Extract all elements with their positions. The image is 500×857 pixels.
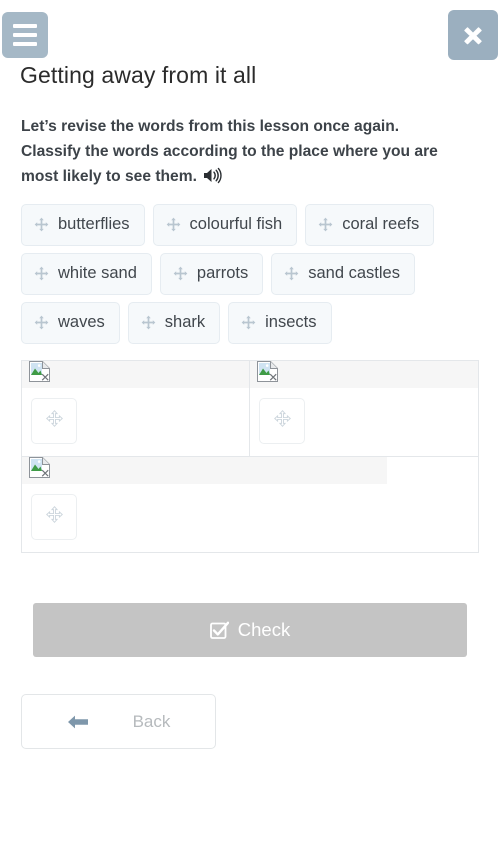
word-chip-label: butterflies	[58, 215, 130, 233]
word-chip-label: parrots	[196, 264, 249, 282]
move-arrows-icon	[284, 266, 299, 281]
word-chip-insects[interactable]: insects	[228, 302, 332, 344]
move-arrows-icon	[166, 217, 181, 232]
word-chip-label: shark	[164, 313, 206, 331]
broken-image-icon	[29, 361, 50, 382]
word-chip-waves[interactable]: waves	[21, 302, 120, 344]
broken-image-icon	[257, 361, 278, 382]
hamburger-menu-icon	[13, 24, 37, 28]
move-arrows-icon	[34, 266, 49, 281]
top-bar	[0, 0, 500, 60]
speaker-volume-icon[interactable]	[203, 167, 223, 192]
instruction-block: Let’s revise the words from this lesson …	[0, 90, 470, 192]
move-arrows-icon	[34, 315, 49, 330]
word-chip-label: coral reefs	[342, 215, 420, 233]
move-arrows-icon	[141, 315, 156, 330]
word-chip-butterflies[interactable]: butterflies	[21, 204, 145, 246]
dropzone-slot[interactable]	[259, 398, 305, 444]
word-chip-colourful-fish[interactable]: colourful fish	[152, 204, 298, 246]
dropzone-image-strip	[22, 361, 249, 388]
move-arrows-icon	[34, 217, 49, 232]
back-button[interactable]: Back	[21, 694, 216, 749]
word-chip-label: colourful fish	[189, 215, 283, 233]
dropzone-slot[interactable]	[31, 398, 77, 444]
move-arrows-icon	[241, 315, 256, 330]
word-chip-label: sand castles	[308, 264, 400, 282]
hamburger-menu-button[interactable]	[2, 12, 48, 58]
dropzone-category-2[interactable]	[250, 361, 478, 457]
move-arrows-icon	[173, 266, 188, 281]
word-chip-parrots[interactable]: parrots	[159, 253, 264, 295]
broken-image-icon	[29, 457, 50, 478]
dropzone-slot[interactable]	[31, 494, 77, 540]
word-chip-white-sand[interactable]: white sand	[21, 253, 152, 295]
close-button[interactable]	[448, 10, 498, 60]
dropzone-image-strip	[22, 457, 387, 484]
back-button-area: Back	[0, 657, 500, 749]
word-chip-label: insects	[265, 313, 317, 331]
dropzone-category-1[interactable]	[22, 361, 250, 457]
check-button-area: Check	[0, 553, 500, 657]
dropzone-container	[21, 360, 479, 553]
word-chip-shark[interactable]: shark	[127, 302, 221, 344]
arrow-left-icon	[67, 713, 89, 731]
hamburger-menu-icon-line-2	[13, 33, 37, 37]
word-chip-coral-reefs[interactable]: coral reefs	[305, 204, 435, 246]
dropzone-category-3[interactable]	[22, 457, 478, 552]
word-chip-label: waves	[58, 313, 105, 331]
move-arrows-icon	[45, 410, 63, 432]
page-title: Getting away from it all	[20, 62, 257, 88]
back-button-label: Back	[132, 711, 171, 731]
check-button[interactable]: Check	[33, 603, 467, 657]
dropzone-image-strip	[250, 361, 478, 388]
word-chip-sand-castles[interactable]: sand castles	[271, 253, 415, 295]
move-arrows-icon	[45, 506, 63, 528]
instruction-text: Let’s revise the words from this lesson …	[21, 118, 438, 185]
move-arrows-icon	[273, 410, 291, 432]
hamburger-menu-icon-line-3	[13, 42, 37, 46]
check-button-label: Check	[237, 619, 291, 640]
checkbox-checked-icon	[209, 621, 229, 640]
word-chip-label: white sand	[58, 264, 137, 282]
move-arrows-icon	[318, 217, 333, 232]
close-x-icon	[464, 27, 482, 45]
word-bank: butterflies colourful fish coral reefs w…	[0, 192, 480, 344]
